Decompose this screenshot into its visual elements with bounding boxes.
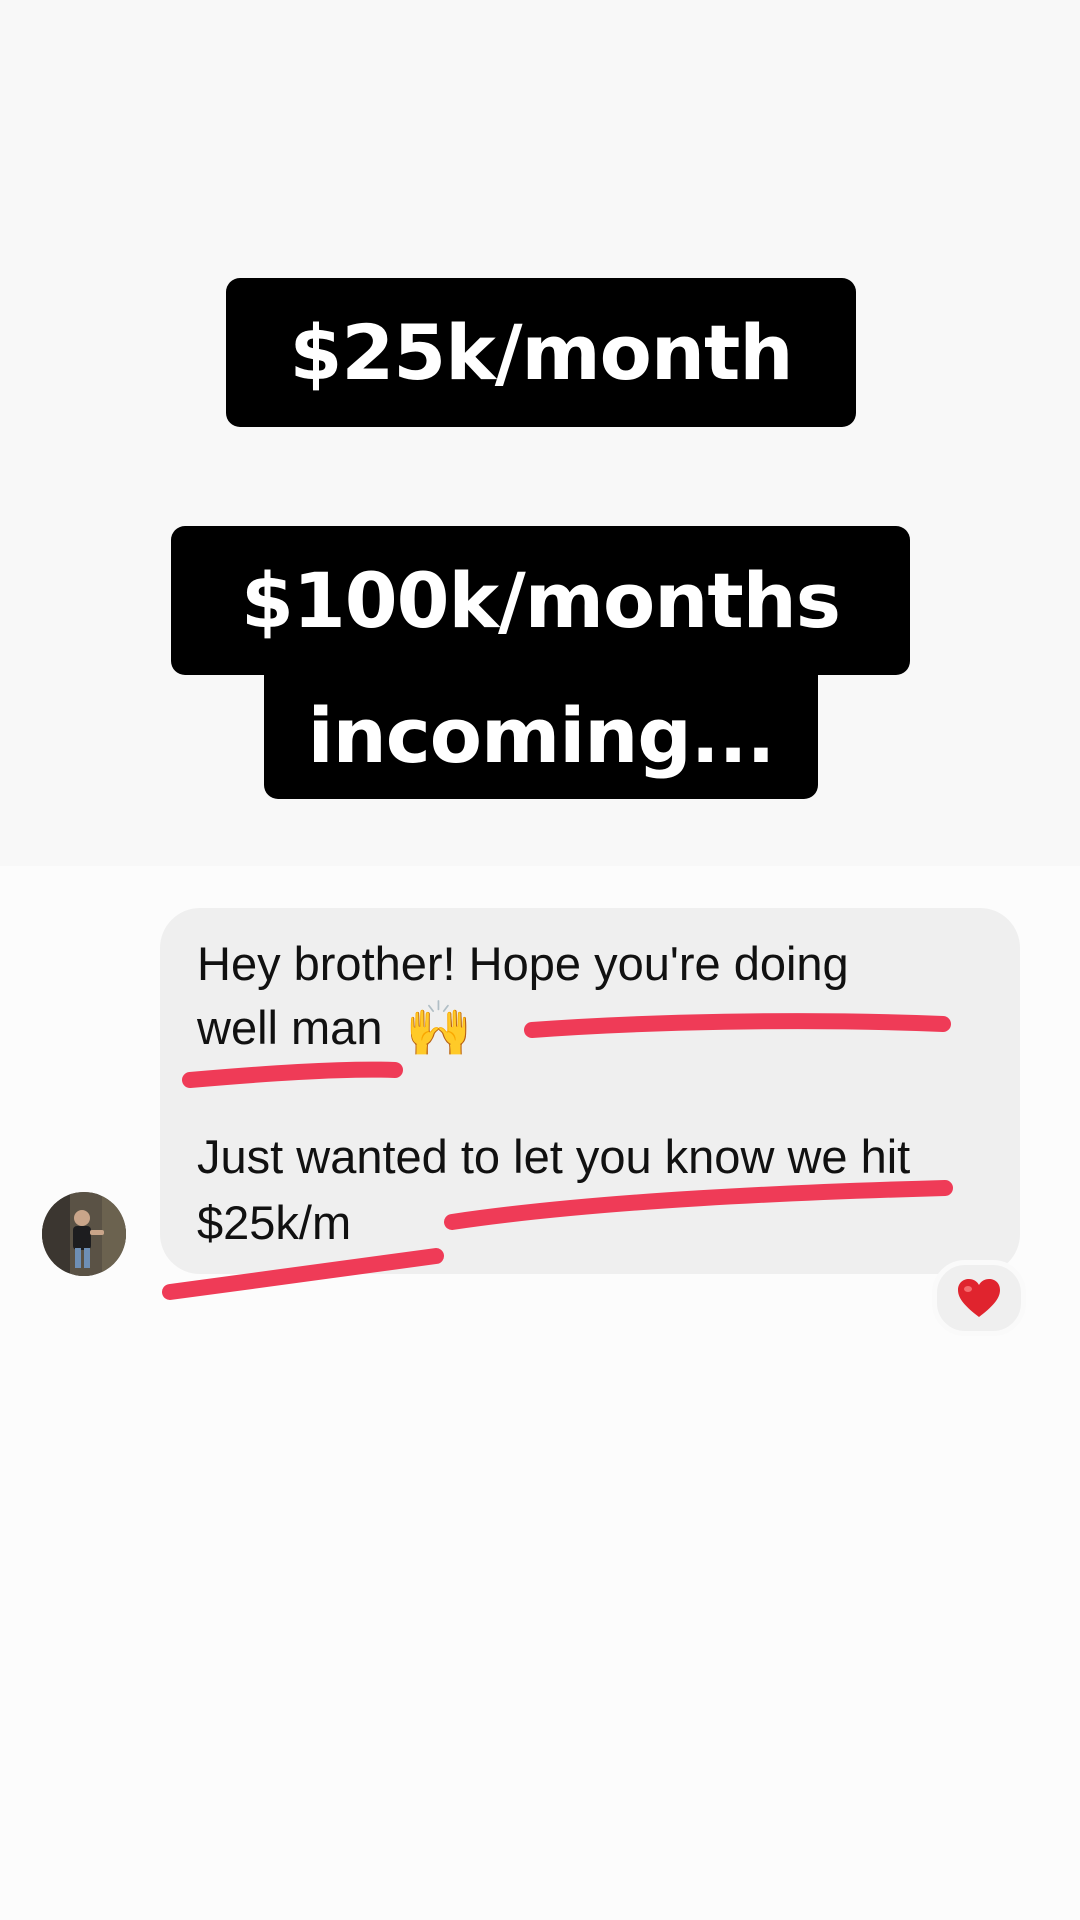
caption-goal: $100k/months <box>171 526 910 675</box>
caption-revenue: $25k/month <box>226 278 856 427</box>
heart-icon <box>958 1279 1000 1317</box>
message-line-3: Just wanted to let you know we hit <box>197 1130 911 1183</box>
message-line-1: Hey brother! Hope you're doing <box>197 937 849 990</box>
message-line-4: $25k/m <box>197 1196 352 1249</box>
caption-incoming: incoming... <box>264 673 818 799</box>
story-screen: $25k/month $100k/months incoming... Hey … <box>0 0 1080 1920</box>
heart-reaction[interactable] <box>932 1260 1026 1336</box>
message-line-2: well man <box>197 1001 383 1054</box>
avatar[interactable] <box>42 1192 126 1276</box>
raised-hands-icon: 🙌 <box>405 997 473 1060</box>
